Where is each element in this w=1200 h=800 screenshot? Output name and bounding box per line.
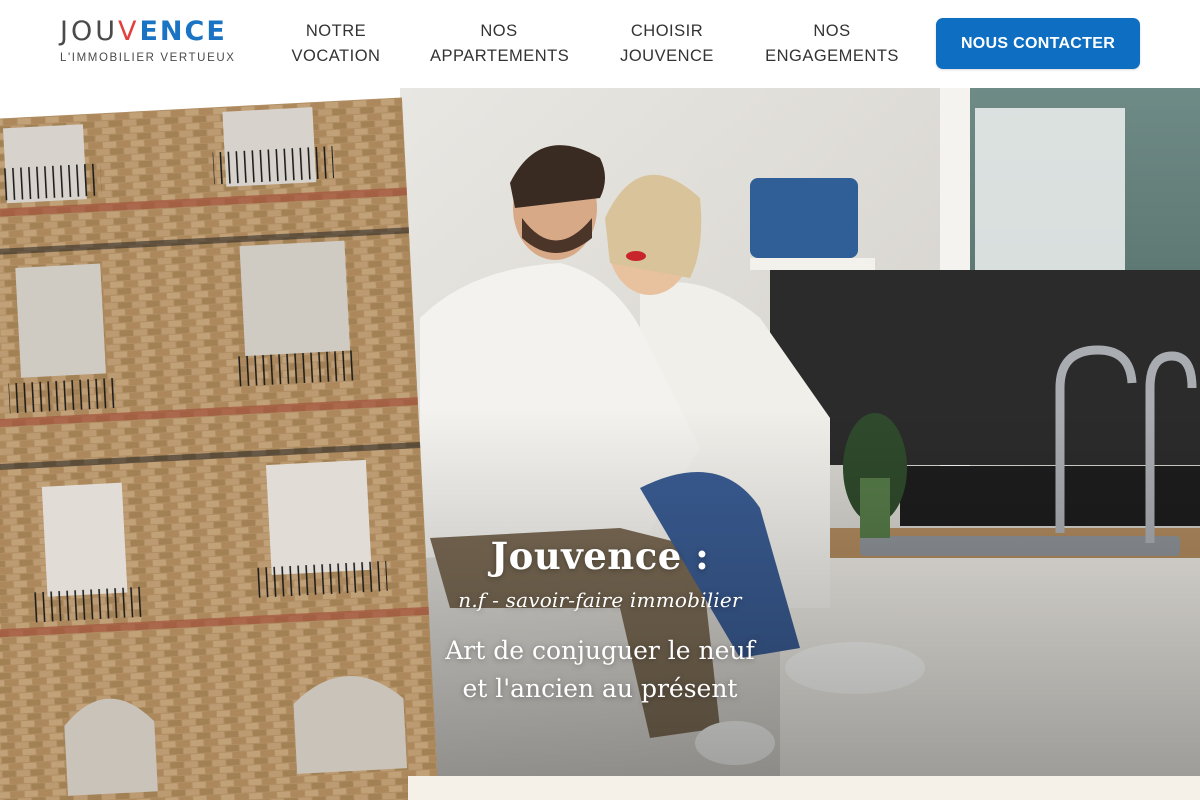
hero-subtitle: n.f - savoir-faire immobilier (458, 588, 742, 612)
site-header: JOUVENCE L'IMMOBILIER VERTUEUX NOTRE VOC… (0, 0, 1200, 88)
nav-item-engagements[interactable]: NOS ENGAGEMENTS (765, 19, 899, 69)
nav-item-vocation[interactable]: NOTRE VOCATION (290, 19, 382, 69)
content-strip (408, 776, 1200, 800)
contact-button[interactable]: NOUS CONTACTER (936, 18, 1140, 69)
hero-title: Jouvence : (490, 534, 710, 578)
hero-section: Jouvence : n.f - savoir-faire immobilier… (0, 88, 1200, 800)
logo-wordmark: JOUVENCE (60, 16, 227, 47)
nav-item-appartements[interactable]: NOS APPARTEMENTS (430, 19, 569, 69)
brand-logo[interactable]: JOUVENCE L'IMMOBILIER VERTUEUX (60, 17, 245, 71)
logo-tagline: L'IMMOBILIER VERTUEUX (60, 52, 236, 64)
hero-tagline-line-2: et l'ancien au présent (462, 674, 738, 703)
nav-item-choisir-jouvence[interactable]: CHOISIR JOUVENCE (618, 19, 716, 69)
hero-tagline-line-1: Art de conjuguer le neuf (445, 636, 755, 665)
